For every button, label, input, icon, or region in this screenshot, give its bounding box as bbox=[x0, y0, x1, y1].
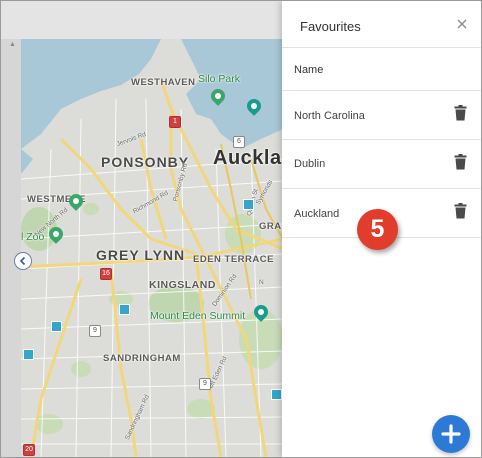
chevron-left-icon bbox=[19, 256, 26, 266]
step-number-badge: 5 bbox=[357, 209, 398, 250]
map-label-ponsonby: PONSONBY bbox=[101, 154, 190, 170]
favourite-row[interactable]: North Carolina bbox=[282, 91, 481, 140]
map-label-auckland: Auckla bbox=[213, 147, 282, 169]
trash-icon[interactable] bbox=[454, 154, 467, 170]
map-label-westhaven: WESTHAVEN bbox=[131, 77, 196, 88]
route-shield-9b: 9 bbox=[199, 378, 211, 390]
map-label-grey-lynn: GREY LYNN bbox=[96, 247, 186, 263]
map-label-kingsland: KINGSLAND bbox=[149, 279, 216, 291]
route-shield-20: 20 bbox=[23, 444, 35, 456]
map-label-silo-park: Silo Park bbox=[198, 73, 241, 85]
map-road-n-label: N bbox=[259, 279, 264, 286]
transit-stop-icon[interactable] bbox=[243, 199, 254, 210]
transit-stop-icon[interactable] bbox=[23, 349, 34, 360]
map-label-eden-terrace: EDEN TERRACE bbox=[193, 254, 274, 265]
map-label-mount-eden-summit: Mount Eden Summit bbox=[150, 310, 246, 322]
favourite-name[interactable]: Dublin bbox=[294, 158, 325, 170]
favourite-row[interactable]: Dublin bbox=[282, 140, 481, 189]
route-shield-1: 1 bbox=[169, 116, 181, 128]
transit-stop-icon[interactable] bbox=[51, 321, 62, 332]
trash-icon[interactable] bbox=[454, 203, 467, 219]
route-shield-6: 6 bbox=[233, 136, 245, 148]
trash-icon[interactable] bbox=[454, 105, 467, 121]
plus-icon bbox=[441, 424, 461, 444]
close-icon[interactable] bbox=[455, 17, 469, 31]
app-window: ▲ WESTHAVEN Silo Park PONSONBY Auckla WE… bbox=[0, 0, 482, 458]
scroll-up-icon[interactable]: ▲ bbox=[9, 41, 16, 48]
panel-title: Favourites bbox=[300, 19, 361, 34]
column-header-name: Name bbox=[294, 64, 324, 76]
favourite-name[interactable]: Auckland bbox=[294, 208, 339, 220]
map-view[interactable]: WESTHAVEN Silo Park PONSONBY Auckla WEST… bbox=[21, 39, 283, 457]
panel-header: Favourites bbox=[282, 1, 481, 48]
route-shield-16: 16 bbox=[100, 268, 112, 280]
route-shield-9: 9 bbox=[89, 325, 101, 337]
map-label-sandringham: SANDRINGHAM bbox=[103, 353, 181, 364]
transit-stop-icon[interactable] bbox=[271, 389, 282, 400]
map-label-graft: GRAFT bbox=[259, 221, 283, 232]
favourite-name[interactable]: North Carolina bbox=[294, 110, 365, 122]
side-scrollbar[interactable] bbox=[1, 39, 21, 457]
collapse-panel-button[interactable] bbox=[14, 252, 32, 270]
add-favourite-button[interactable] bbox=[432, 415, 470, 453]
transit-stop-icon[interactable] bbox=[119, 304, 130, 315]
column-header: Name bbox=[282, 48, 481, 91]
